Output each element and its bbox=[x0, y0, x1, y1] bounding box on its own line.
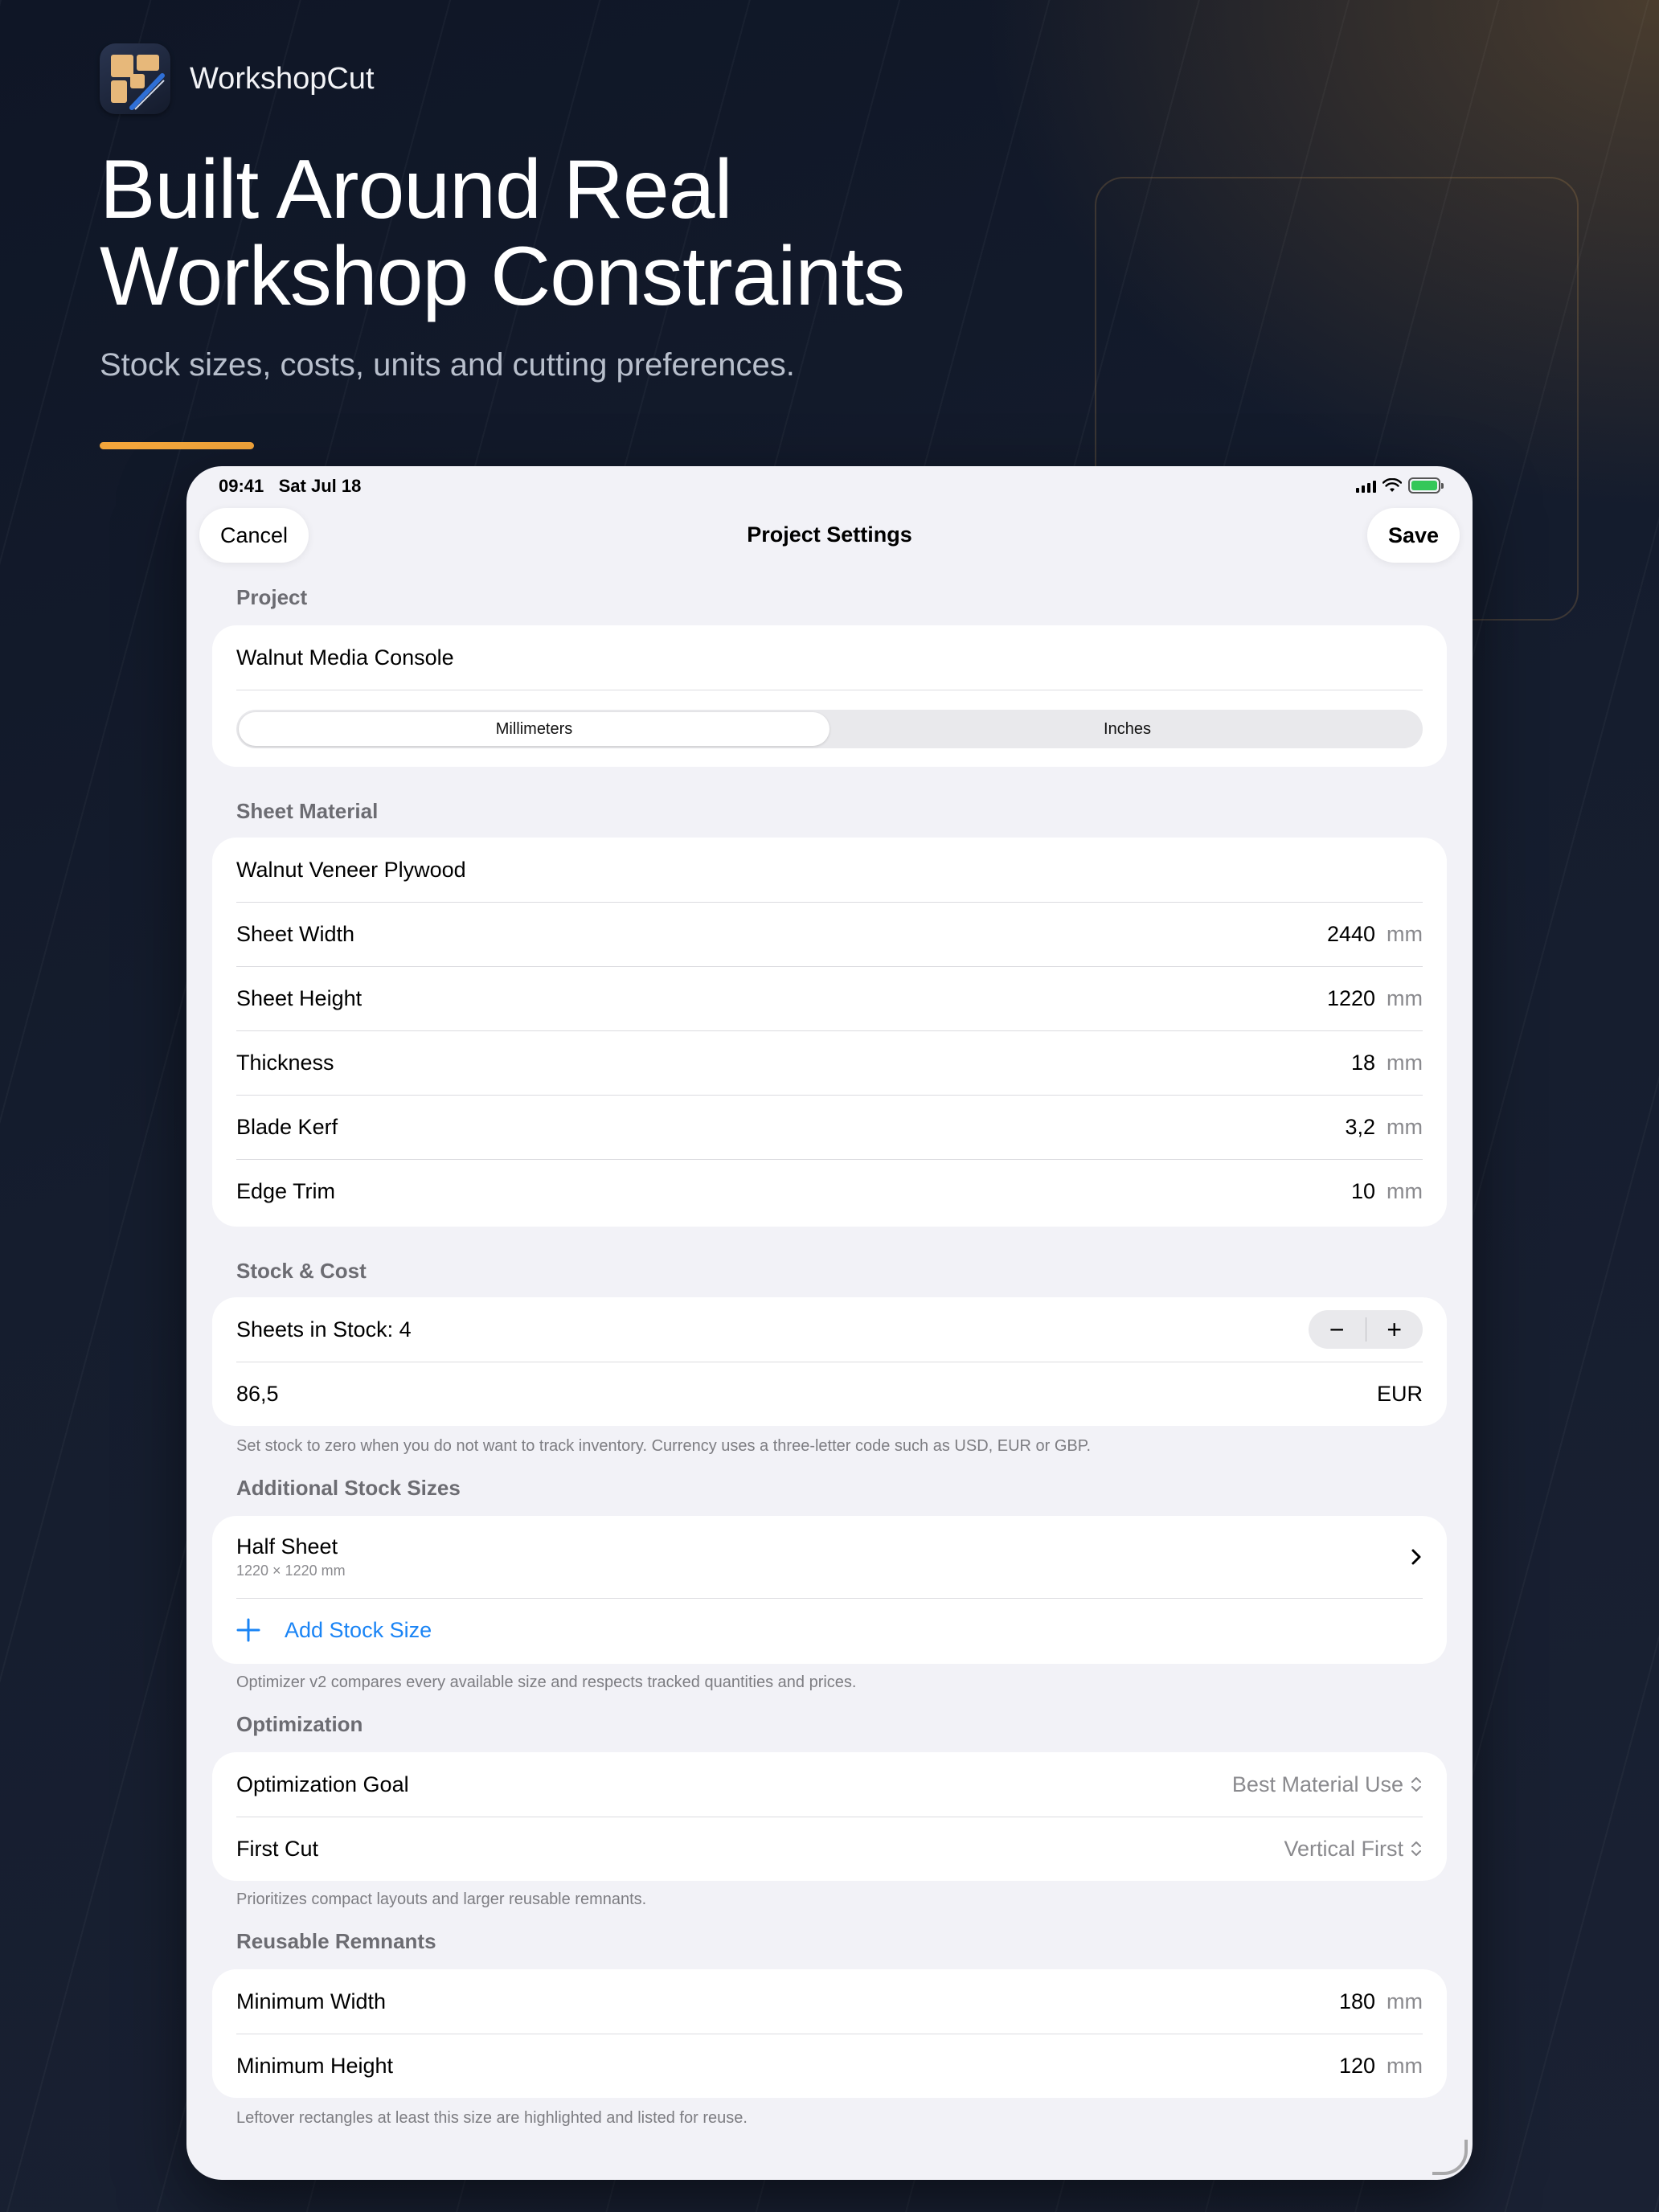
ipad-screen: 09:41 Sat Jul 18 Cancel Project Settings… bbox=[186, 466, 1473, 2180]
sheet-width-unit: mm bbox=[1387, 921, 1423, 946]
chevron-right-icon bbox=[1411, 1549, 1421, 1565]
headline-line-2: Workshop Constraints bbox=[100, 230, 905, 323]
remnants-card: Minimum Width 180 mm Minimum Height 120 … bbox=[212, 1969, 1447, 2098]
minimum-width-row[interactable]: Minimum Width 180 mm bbox=[212, 1969, 1447, 2034]
sheet-width-row[interactable]: Sheet Width 2440 mm bbox=[212, 902, 1447, 966]
minimum-height-label: Minimum Height bbox=[236, 2053, 394, 2078]
increment-button[interactable]: + bbox=[1366, 1310, 1423, 1349]
page-title: Project Settings bbox=[747, 522, 912, 547]
stock-size-item[interactable]: Half Sheet 1220 × 1220 mm bbox=[212, 1516, 1447, 1598]
first-cut-label: First Cut bbox=[236, 1836, 319, 1861]
save-button[interactable]: Save bbox=[1366, 508, 1460, 563]
optimization-goal-row[interactable]: Optimization Goal Best Material Use bbox=[212, 1752, 1447, 1817]
accent-bar bbox=[100, 442, 254, 449]
optimization-goal-label: Optimization Goal bbox=[236, 1772, 409, 1796]
minimum-width-value[interactable]: 180 bbox=[1339, 1989, 1375, 2014]
price-value[interactable]: 86,5 bbox=[236, 1382, 1377, 1407]
add-stock-size-button[interactable]: Add Stock Size bbox=[212, 1598, 1447, 1662]
sheets-in-stock-row: Sheets in Stock: 4 − + bbox=[212, 1297, 1447, 1362]
material-name-field[interactable]: Walnut Veneer Plywood bbox=[212, 838, 1447, 902]
stock-cost-card: Sheets in Stock: 4 − + 86,5 EUR bbox=[212, 1297, 1447, 1426]
brand: WorkshopCut bbox=[100, 43, 375, 114]
segment-inches[interactable]: Inches bbox=[832, 710, 1423, 748]
first-cut-row[interactable]: First Cut Vertical First bbox=[212, 1817, 1447, 1881]
edge-trim-unit: mm bbox=[1387, 1178, 1423, 1203]
stock-stepper: − + bbox=[1309, 1310, 1423, 1349]
project-card: Walnut Media Console Millimeters Inches bbox=[212, 625, 1447, 767]
project-name-field[interactable]: Walnut Media Console bbox=[212, 625, 1447, 690]
sheet-material-card: Walnut Veneer Plywood Sheet Width 2440 m… bbox=[212, 838, 1447, 1227]
sheet-height-value[interactable]: 1220 bbox=[1327, 986, 1375, 1011]
stock-size-dimensions: 1220 × 1220 mm bbox=[236, 1563, 346, 1579]
app-icon bbox=[100, 43, 170, 114]
sheet-height-label: Sheet Height bbox=[236, 985, 363, 1010]
minimum-height-unit: mm bbox=[1387, 2053, 1423, 2078]
section-title-remnants: Reusable Remnants bbox=[236, 1929, 436, 1953]
blade-kerf-value[interactable]: 3,2 bbox=[1345, 1115, 1375, 1140]
price-row[interactable]: 86,5 EUR bbox=[212, 1362, 1447, 1426]
sheet-height-row[interactable]: Sheet Height 1220 mm bbox=[212, 966, 1447, 1030]
status-clock: 09:41 bbox=[219, 476, 264, 496]
plus-icon bbox=[236, 1618, 260, 1642]
section-title-additional: Additional Stock Sizes bbox=[236, 1476, 461, 1500]
add-stock-size-label: Add Stock Size bbox=[285, 1617, 432, 1642]
blade-kerf-row[interactable]: Blade Kerf 3,2 mm bbox=[212, 1095, 1447, 1159]
stock-size-text: Half Sheet 1220 × 1220 mm bbox=[236, 1534, 1410, 1579]
app-name: WorkshopCut bbox=[190, 61, 375, 96]
sheet-height-unit: mm bbox=[1387, 985, 1423, 1010]
headline: Built Around Real Workshop Constraints bbox=[100, 146, 1064, 320]
up-down-chevron-icon bbox=[1411, 1841, 1421, 1856]
headline-line-1: Built Around Real bbox=[100, 143, 733, 236]
stock-footnote: Set stock to zero when you do not want t… bbox=[236, 1437, 1092, 1455]
wifi-icon bbox=[1382, 478, 1402, 492]
currency-value[interactable]: EUR bbox=[1377, 1382, 1423, 1407]
edge-trim-row[interactable]: Edge Trim 10 mm bbox=[212, 1159, 1447, 1223]
blade-kerf-label: Blade Kerf bbox=[236, 1114, 338, 1139]
thickness-value[interactable]: 18 bbox=[1351, 1051, 1375, 1075]
edge-trim-label: Edge Trim bbox=[236, 1178, 336, 1203]
thickness-unit: mm bbox=[1387, 1050, 1423, 1075]
remnants-footnote: Leftover rectangles at least this size a… bbox=[236, 2109, 748, 2127]
minimum-width-label: Minimum Width bbox=[236, 1989, 387, 2013]
sheets-in-stock-label: Sheets in Stock: 4 bbox=[236, 1317, 412, 1342]
section-title-optimization: Optimization bbox=[236, 1712, 363, 1736]
status-bar: 09:41 Sat Jul 18 bbox=[186, 466, 1473, 506]
decrement-button[interactable]: − bbox=[1309, 1310, 1366, 1349]
sheet-width-label: Sheet Width bbox=[236, 921, 355, 946]
minimum-height-value[interactable]: 120 bbox=[1339, 2054, 1375, 2079]
material-name-value: Walnut Veneer Plywood bbox=[236, 857, 466, 882]
sheet-width-value[interactable]: 2440 bbox=[1327, 922, 1375, 947]
first-cut-picker[interactable]: Vertical First bbox=[1284, 1837, 1403, 1862]
blade-kerf-unit: mm bbox=[1387, 1114, 1423, 1139]
battery-icon bbox=[1408, 477, 1444, 494]
thickness-label: Thickness bbox=[236, 1050, 334, 1075]
minimum-height-row[interactable]: Minimum Height 120 mm bbox=[212, 2034, 1447, 2098]
optimization-goal-picker[interactable]: Best Material Use bbox=[1232, 1772, 1403, 1797]
status-time: 09:41 Sat Jul 18 bbox=[219, 476, 361, 497]
additional-stock-card: Half Sheet 1220 × 1220 mm Add Stock Size bbox=[212, 1516, 1447, 1664]
resize-handle[interactable] bbox=[1432, 2140, 1468, 2175]
additional-footnote: Optimizer v2 compares every available si… bbox=[236, 1673, 857, 1691]
segment-millimeters[interactable]: Millimeters bbox=[239, 712, 830, 746]
up-down-chevron-icon bbox=[1411, 1777, 1421, 1792]
status-date: Sat Jul 18 bbox=[278, 476, 362, 496]
cellular-signal-icon bbox=[1356, 478, 1376, 493]
status-icons bbox=[1356, 477, 1444, 494]
stock-size-title: Half Sheet bbox=[236, 1534, 338, 1559]
edge-trim-value[interactable]: 10 bbox=[1351, 1179, 1375, 1204]
thickness-row[interactable]: Thickness 18 mm bbox=[212, 1030, 1447, 1095]
optimization-card: Optimization Goal Best Material Use Firs… bbox=[212, 1752, 1447, 1881]
section-title-sheet: Sheet Material bbox=[236, 799, 379, 823]
section-title-project: Project bbox=[236, 585, 308, 609]
section-title-stock: Stock & Cost bbox=[236, 1259, 367, 1283]
minimum-width-unit: mm bbox=[1387, 1989, 1423, 2013]
units-segmented-control: Millimeters Inches bbox=[236, 710, 1423, 748]
subheadline: Stock sizes, costs, units and cutting pr… bbox=[100, 347, 795, 383]
optimization-footnote: Prioritizes compact layouts and larger r… bbox=[236, 1890, 647, 1908]
project-name-value: Walnut Media Console bbox=[236, 645, 454, 670]
